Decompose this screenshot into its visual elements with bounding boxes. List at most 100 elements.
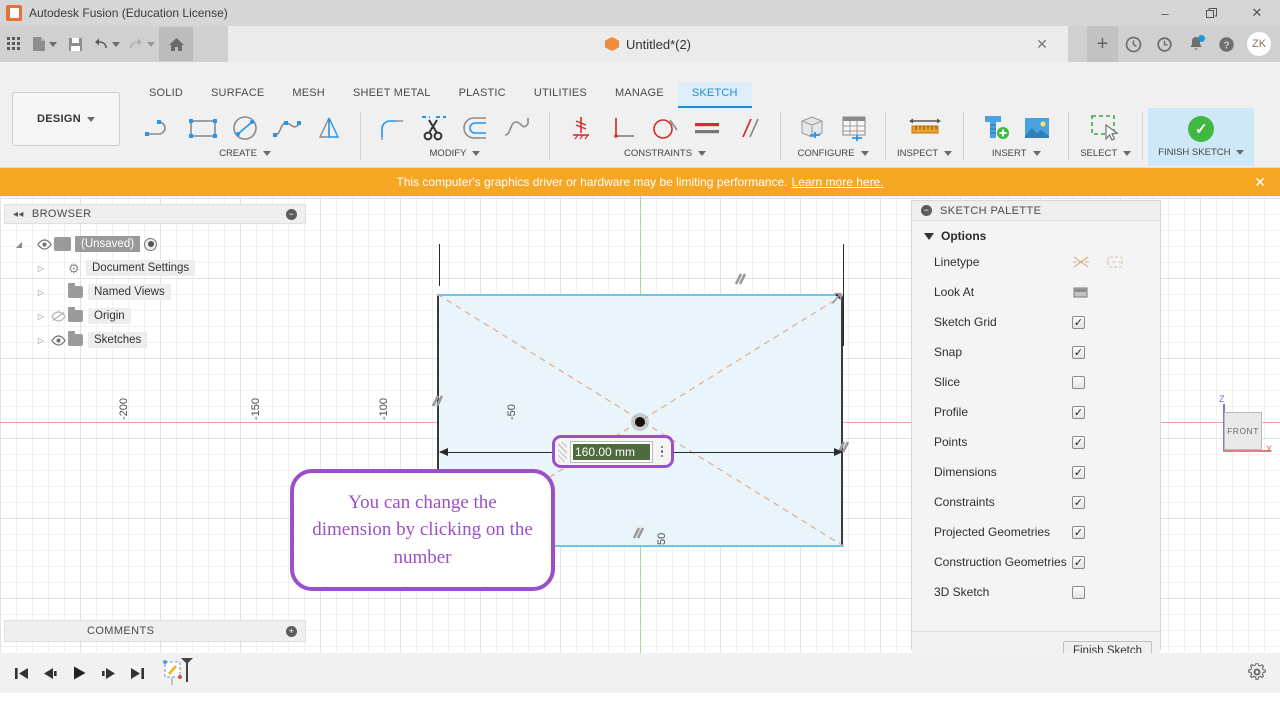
finish-sketch-button[interactable]: ✓ FINISH SKETCH <box>1148 108 1255 166</box>
points-checkbox[interactable]: ✓ <box>1072 435 1085 449</box>
tab-sheet-metal[interactable]: SHEET METAL <box>339 82 445 108</box>
group-insert-label[interactable]: INSERT <box>992 148 1041 159</box>
configure-table-button[interactable] <box>834 109 874 147</box>
browser-collapse-button[interactable]: − <box>286 208 297 220</box>
sketch-grid-checkbox[interactable]: ✓ <box>1072 315 1085 329</box>
redo-button[interactable] <box>124 29 159 59</box>
tab-sketch[interactable]: SKETCH <box>677 82 752 108</box>
dimension-value-input[interactable]: 160.00 mm <box>570 440 653 463</box>
3d-sketch-checkbox[interactable] <box>1072 585 1085 599</box>
tab-manage[interactable]: MANAGE <box>601 82 678 108</box>
save-button[interactable] <box>61 29 89 59</box>
refresh-status-button[interactable] <box>1118 26 1149 62</box>
parallel-constraint-icon[interactable] <box>631 526 649 540</box>
home-button[interactable] <box>159 27 193 61</box>
constraints-checkbox[interactable]: ✓ <box>1072 495 1085 509</box>
option-row-look-at[interactable]: Look At <box>912 277 1160 307</box>
option-row-sketch-grid[interactable]: Sketch Grid ✓ <box>912 307 1160 337</box>
tab-solid[interactable]: SOLID <box>135 82 197 108</box>
insert-canvas-button[interactable] <box>1017 109 1057 147</box>
comments-panel-header[interactable]: COMMENTS + <box>4 620 306 642</box>
look-at-icon[interactable] <box>1072 285 1089 300</box>
activate-component-radio[interactable] <box>144 237 158 251</box>
origin-point[interactable] <box>631 413 649 431</box>
create-mirror-button[interactable] <box>309 109 349 147</box>
timeline-play-button[interactable] <box>66 660 92 686</box>
group-modify-label[interactable]: MODIFY <box>430 148 481 159</box>
visibility-eye-icon[interactable] <box>48 334 68 346</box>
minimize-button[interactable]: – <box>1142 0 1188 26</box>
option-row-projected-geometries[interactable]: Projected Geometries ✓ <box>912 517 1160 547</box>
tree-row-named-views[interactable]: ▷ Named Views <box>4 280 195 304</box>
timeline-settings-button[interactable] <box>1248 662 1266 686</box>
modify-fillet-button[interactable] <box>372 109 412 147</box>
option-row-slice[interactable]: Slice <box>912 367 1160 397</box>
modify-curvature-button[interactable] <box>498 109 538 147</box>
expand-triangle-icon[interactable]: ▷ <box>34 288 48 297</box>
group-create-label[interactable]: CREATE <box>219 148 271 159</box>
dimension-edit-box[interactable]: 160.00 mm <box>552 435 674 468</box>
create-spline-button[interactable] <box>267 109 307 147</box>
option-row-construction-geometries[interactable]: Construction Geometries ✓ <box>912 547 1160 577</box>
expand-triangle-icon[interactable]: ▷ <box>34 336 48 345</box>
close-button[interactable]: ✕ <box>1234 0 1280 26</box>
timeline-step-forward-button[interactable] <box>95 660 121 686</box>
dimensions-checkbox[interactable]: ✓ <box>1072 465 1085 479</box>
option-row-points[interactable]: Points ✓ <box>912 427 1160 457</box>
modify-trim-button[interactable] <box>414 109 454 147</box>
parallel-constraint-icon[interactable] <box>430 394 448 408</box>
notifications-button[interactable] <box>1180 26 1211 62</box>
create-line-button[interactable] <box>141 109 181 147</box>
tab-plastic[interactable]: PLASTIC <box>445 82 520 108</box>
workspace-selector[interactable]: DESIGN <box>12 92 120 146</box>
option-row-3d-sketch[interactable]: 3D Sketch <box>912 577 1160 607</box>
document-tab-close-button[interactable]: ✕ <box>1034 36 1050 52</box>
parallel-constraint-icon[interactable] <box>733 272 751 286</box>
undo-button[interactable] <box>89 29 124 59</box>
visibility-eye-icon[interactable] <box>34 238 54 250</box>
option-row-snap[interactable]: Snap ✓ <box>912 337 1160 367</box>
inspect-measure-button[interactable] <box>905 109 945 147</box>
tree-row-document-settings[interactable]: ▷ ⚙ Document Settings <box>4 256 196 280</box>
collapse-icon[interactable]: ◂◂ <box>13 209 24 220</box>
projected-geometries-checkbox[interactable]: ✓ <box>1072 525 1085 539</box>
expand-triangle-icon[interactable]: ▷ <box>34 264 48 273</box>
timeline-go-to-beginning-button[interactable] <box>8 660 34 686</box>
add-comment-button[interactable]: + <box>286 625 297 637</box>
slice-checkbox[interactable] <box>1072 375 1085 389</box>
document-tab[interactable]: Untitled*(2) ✕ <box>228 26 1068 62</box>
construction-geometry-icon[interactable] <box>1105 254 1125 270</box>
tree-row-origin[interactable]: ▷ Origin <box>4 304 195 328</box>
recent-activity-button[interactable] <box>1149 26 1180 62</box>
tree-row-sketches[interactable]: ▷ Sketches <box>4 328 195 352</box>
help-button[interactable]: ? <box>1211 26 1242 62</box>
group-configure-label[interactable]: CONFIGURE <box>798 148 869 159</box>
profile-checkbox[interactable]: ✓ <box>1072 405 1085 419</box>
constraint-perpendicular-button[interactable] <box>603 109 643 147</box>
constraint-fix-button[interactable] <box>561 109 601 147</box>
view-cube[interactable]: Z X FRONT <box>1210 394 1274 464</box>
modify-offset-button[interactable] <box>456 109 496 147</box>
maximize-button[interactable] <box>1188 0 1234 26</box>
snap-checkbox[interactable]: ✓ <box>1072 345 1085 359</box>
drag-grip-handle[interactable] <box>558 441 567 462</box>
constraint-parallel-button[interactable] <box>729 109 769 147</box>
create-rectangle-button[interactable] <box>183 109 223 147</box>
configure-model-button[interactable] <box>792 109 832 147</box>
palette-collapse-button[interactable]: − <box>921 205 932 216</box>
expand-triangle-icon[interactable]: ◢ <box>4 240 34 249</box>
app-grid-button[interactable] <box>0 29 28 59</box>
option-row-profile[interactable]: Profile ✓ <box>912 397 1160 427</box>
new-document-button[interactable] <box>28 29 61 59</box>
insert-mcmaster-button[interactable] <box>975 109 1015 147</box>
expand-triangle-icon[interactable]: ▷ <box>34 312 48 321</box>
create-circle-button[interactable] <box>225 109 265 147</box>
tab-utilities[interactable]: UTILITIES <box>520 82 601 108</box>
group-constraints-label[interactable]: CONSTRAINTS <box>624 148 707 159</box>
option-row-constraints[interactable]: Constraints ✓ <box>912 487 1160 517</box>
banner-close-button[interactable]: ✕ <box>1254 174 1266 191</box>
visibility-hidden-eye-icon[interactable] <box>48 310 68 322</box>
tab-mesh[interactable]: MESH <box>278 82 339 108</box>
option-row-dimensions[interactable]: Dimensions ✓ <box>912 457 1160 487</box>
group-inspect-label[interactable]: INSPECT <box>897 148 953 159</box>
